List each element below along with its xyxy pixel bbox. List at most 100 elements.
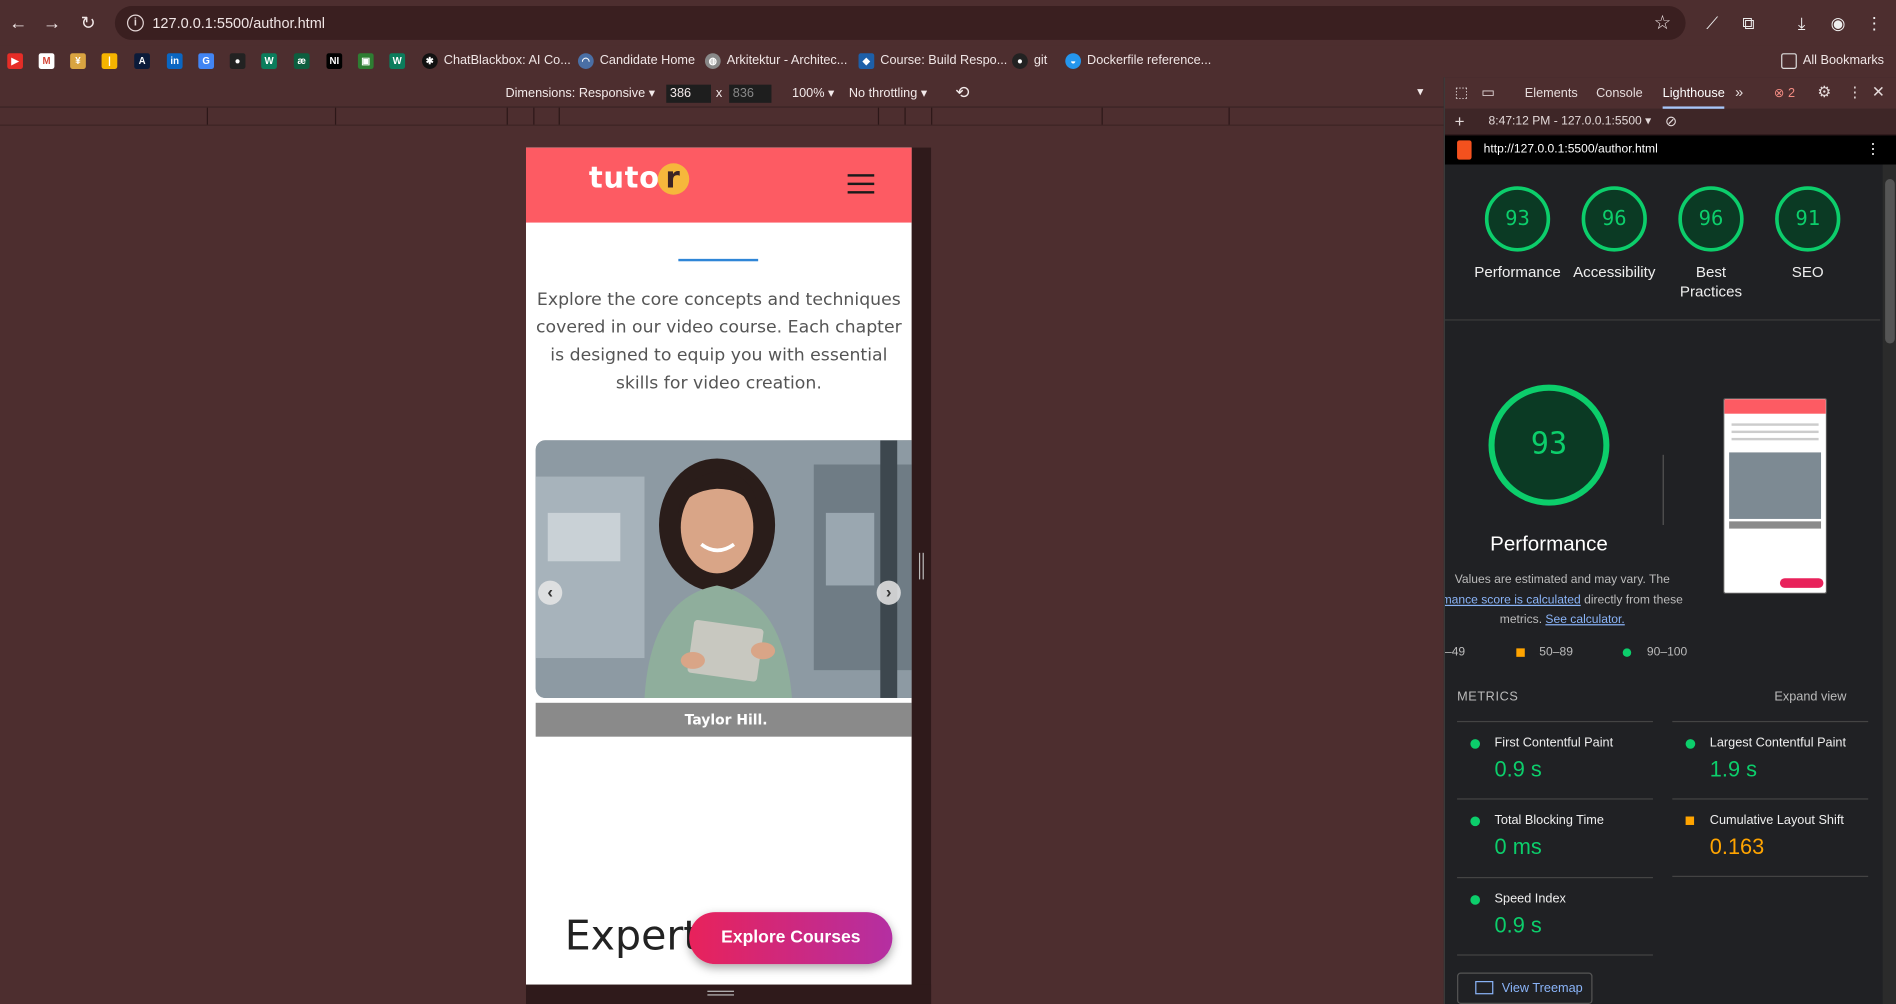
final-screenshot[interactable] <box>1723 397 1828 594</box>
bookmark-label: Course: Build Respo... <box>880 53 1008 68</box>
view-treemap-button[interactable]: View Treemap <box>1457 972 1593 1004</box>
bookmark-git[interactable]: ● git <box>1012 50 1047 72</box>
image-icon[interactable]: ▣ <box>357 52 374 69</box>
extension-icon[interactable]: ⟋ <box>1700 11 1724 35</box>
fox-icon[interactable]: ¥ <box>70 52 86 69</box>
dimensions-select[interactable]: Dimensions: Responsive ▾ <box>505 86 655 101</box>
close-icon[interactable]: ✕ <box>1872 82 1885 101</box>
note-text: Values are estimated and may vary. The <box>1454 573 1670 587</box>
ae-icon[interactable]: æ <box>293 52 310 69</box>
tab-lighthouse[interactable]: Lighthouse <box>1662 86 1725 109</box>
width-input[interactable]: 386 <box>666 84 712 103</box>
report-time: 8:47:12 PM - 127.0.0.1:5500 <box>1488 114 1642 129</box>
score-best-practices[interactable]: 96 Best Practices <box>1663 174 1760 301</box>
good-dot <box>1685 739 1696 749</box>
report-select[interactable]: 8:47:12 PM - 127.0.0.1:5500 ▾ <box>1489 115 1652 128</box>
hamburger-menu-icon[interactable] <box>847 174 875 196</box>
address-url[interactable]: 127.0.0.1:5500/author.html <box>152 15 325 32</box>
chart-icon[interactable]: | <box>101 52 118 69</box>
tutor-photo: ‹ › <box>535 440 912 698</box>
rotate-icon[interactable]: ⟲ <box>955 82 969 103</box>
treemap-icon <box>1475 981 1494 995</box>
site-info-icon[interactable]: i <box>126 14 144 32</box>
error-badge[interactable]: ⊗ 2 <box>1774 86 1795 101</box>
w-icon[interactable]: W <box>261 52 277 69</box>
carousel-next-icon[interactable]: › <box>876 580 901 605</box>
legend-low: –49 <box>1444 645 1466 660</box>
device-toggle-icon[interactable]: ▭ <box>1481 83 1495 100</box>
tab-elements[interactable]: Elements <box>1525 86 1578 101</box>
settings-gear-icon[interactable]: ⚙ <box>1817 82 1831 101</box>
throttling-select[interactable]: No throttling ▾ <box>849 86 927 101</box>
gmail-icon[interactable]: M <box>38 52 55 69</box>
bookmark-course[interactable]: ◆ Course: Build Respo... <box>858 50 1008 72</box>
media-query-ruler[interactable] <box>0 106 1444 126</box>
metrics-label: METRICS <box>1457 689 1519 705</box>
score-calc-link[interactable]: mance score is calculated <box>1445 593 1581 606</box>
back-icon[interactable]: ← <box>5 10 32 37</box>
score-label: Performance <box>1474 263 1561 281</box>
devtools-menu-icon[interactable]: ⋮ <box>1848 83 1863 100</box>
performance-title: Performance <box>1490 532 1608 556</box>
avatar[interactable]: ◉ <box>1826 11 1850 35</box>
page-description: Explore the core concepts and techniques… <box>536 290 902 394</box>
height-input[interactable]: 836 <box>729 84 772 103</box>
score-performance[interactable]: 93 Performance <box>1469 174 1566 282</box>
puzzle-icon[interactable]: ⧉ <box>1736 11 1760 35</box>
devtools-scrollbar[interactable] <box>1882 164 1896 1004</box>
tab-console[interactable]: Console <box>1596 86 1643 101</box>
score-accessibility[interactable]: 96 Accessibility <box>1566 174 1663 282</box>
bookmarks-bar: ▶ M ¥ | A in G ● W æ NI ▣ W ✱ ChatBlackbo… <box>0 45 1896 75</box>
bookmark-candidate-home[interactable]: ◠ Candidate Home <box>577 50 695 72</box>
report-menu-icon[interactable]: ⋮ <box>1866 140 1881 157</box>
metric-name: Largest Contentful Paint <box>1709 735 1847 750</box>
browser-toolbar: ← → ↻ i 127.0.0.1:5500/author.html ☆ ⟋ ⧉… <box>0 0 1896 46</box>
bookmark-dockerfile[interactable]: ◒ Dockerfile reference... <box>1065 50 1211 72</box>
linkedin-icon[interactable]: in <box>166 52 183 69</box>
resize-handle-bottom[interactable] <box>525 984 932 1004</box>
score-label: Best Practices <box>1679 263 1743 300</box>
lighthouse-icon <box>1457 140 1472 160</box>
more-tabs-icon[interactable]: » <box>1735 83 1743 100</box>
metric-name: First Contentful Paint <box>1494 735 1614 750</box>
globe-icon: ◍ <box>704 52 721 69</box>
ni-icon[interactable]: NI <box>326 52 343 69</box>
metric-value: 0.9 s <box>1494 757 1542 782</box>
lighthouse-report: 93 Performance 96 Accessibility 96 Best … <box>1444 164 1881 1004</box>
add-report-icon[interactable]: + <box>1455 111 1465 130</box>
bookmark-star-icon[interactable]: ☆ <box>1654 11 1671 35</box>
tutor-carousel: ‹ › Taylor Hill. <box>535 440 912 737</box>
github-icon[interactable]: ● <box>229 52 246 69</box>
bookmark-chatblackbox[interactable]: ✱ ChatBlackbox: AI Co... <box>422 50 571 72</box>
resize-handle-right[interactable] <box>911 147 932 1004</box>
download-icon[interactable]: ⤓ <box>1790 11 1814 35</box>
carousel-prev-icon[interactable]: ‹ <box>538 580 563 605</box>
responsive-viewport: tutor Meet the Tutors Explore the core c… <box>0 125 1444 1004</box>
menu-kebab-icon[interactable]: ⋮ <box>1862 11 1886 35</box>
w2-icon[interactable]: W <box>389 52 406 69</box>
logo[interactable]: tuto r <box>589 161 689 195</box>
bookmark-arkitektur[interactable]: ◍ Arkitektur - Architec... <box>704 50 847 72</box>
score-seo[interactable]: 91 SEO <box>1759 174 1856 282</box>
metric-value: 1.9 s <box>1709 757 1757 782</box>
google-icon[interactable]: G <box>198 52 215 69</box>
score-gauge: 96 <box>1581 186 1647 252</box>
score-gauge: 96 <box>1678 186 1744 252</box>
address-bar[interactable]: i 127.0.0.1:5500/author.html ☆ <box>114 6 1686 40</box>
all-bookmarks[interactable]: All Bookmarks <box>1781 50 1884 72</box>
reload-icon[interactable]: ↻ <box>75 10 102 37</box>
zoom-select[interactable]: 100% ▾ <box>792 86 834 101</box>
inspect-icon[interactable]: ⬚ <box>1455 83 1469 100</box>
angular-icon[interactable]: A <box>134 52 150 69</box>
legend-good-dot <box>1622 648 1632 657</box>
expand-view-toggle[interactable]: Expand view <box>1774 689 1846 704</box>
device-options-icon[interactable]: ▾ <box>1417 85 1423 100</box>
forward-icon[interactable]: → <box>39 10 66 37</box>
metric-value: 0.9 s <box>1494 913 1542 938</box>
dimensions-label: Dimensions: Responsive <box>505 85 646 101</box>
calculator-link[interactable]: See calculator. <box>1545 613 1624 626</box>
youtube-icon[interactable]: ▶ <box>7 52 23 69</box>
report-url[interactable]: http://127.0.0.1:5500/author.html <box>1484 143 1658 156</box>
explore-courses-button[interactable]: Explore Courses <box>689 912 893 965</box>
clear-icon[interactable]: ⊘ <box>1665 112 1677 129</box>
